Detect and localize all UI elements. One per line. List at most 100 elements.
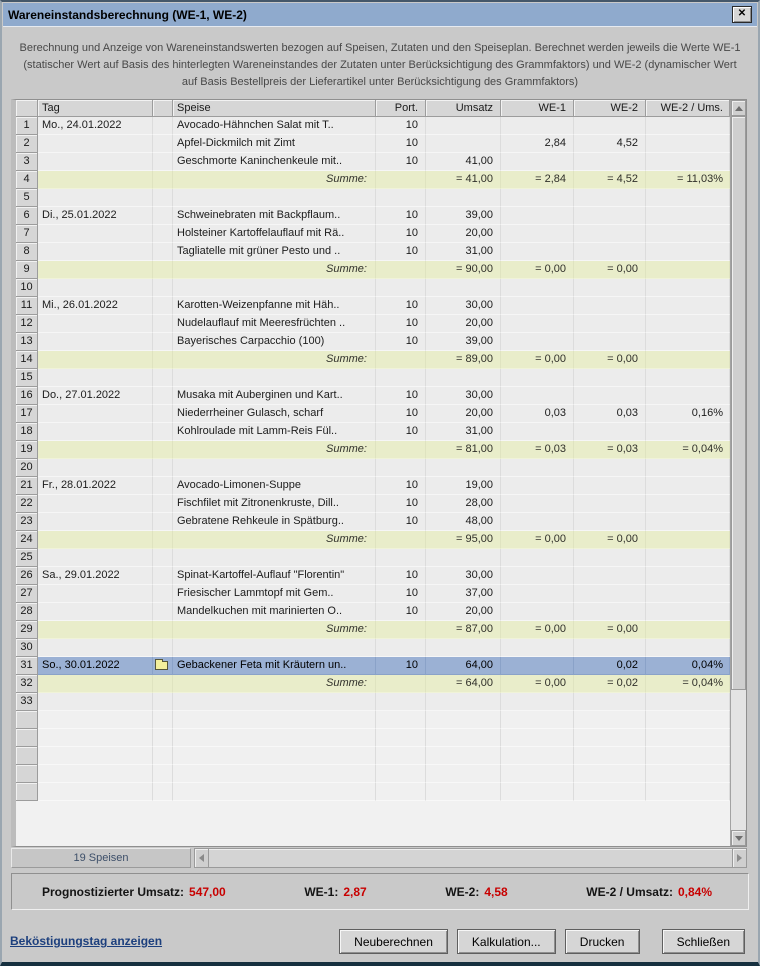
cell-port [376, 369, 426, 387]
cell-we2 [574, 207, 646, 225]
cell-port [376, 279, 426, 297]
folder-icon [155, 661, 168, 670]
scroll-up-icon[interactable] [731, 100, 746, 116]
scroll-right-icon[interactable] [732, 848, 747, 868]
column-header-port[interactable]: Port. [376, 100, 426, 117]
neuberechnen-button[interactable]: Neuberechnen [339, 929, 448, 954]
row-number: 27 [16, 585, 38, 603]
table-row[interactable]: 28Mandelkuchen mit marinierten O..1020,0… [16, 603, 730, 621]
table-row[interactable]: 20 [16, 459, 730, 477]
horizontal-scrollbar-thumb[interactable] [209, 848, 732, 868]
cell-umsatz: 19,00 [426, 477, 501, 495]
table-row[interactable] [16, 711, 730, 729]
column-header-we-2[interactable]: WE-2 [574, 100, 646, 117]
table-row[interactable]: 2Apfel-Dickmilch mit Zimt102,844,52 [16, 135, 730, 153]
table-row[interactable]: 15 [16, 369, 730, 387]
cell-tag: Di., 25.01.2022 [38, 207, 153, 225]
cell-we2 [574, 459, 646, 477]
scroll-down-icon[interactable] [731, 830, 746, 846]
cell-port [376, 351, 426, 369]
row-number: 29 [16, 621, 38, 639]
vertical-scrollbar[interactable] [730, 100, 746, 846]
cell-we2 [574, 585, 646, 603]
cell-we2 [574, 117, 646, 135]
cell-port: 10 [376, 225, 426, 243]
table-row[interactable]: 13Bayerisches Carpacchio (100)1039,00 [16, 333, 730, 351]
drucken-button[interactable]: Drucken [565, 929, 640, 954]
cell-umsatz: 64,00 [426, 657, 501, 675]
cell-tag [38, 729, 153, 747]
cell-ratio: = 11,03% [646, 171, 730, 189]
table-row[interactable]: 26Sa., 29.01.2022Spinat-Kartoffel-Auflau… [16, 567, 730, 585]
cell-we2 [574, 783, 646, 801]
table-row[interactable]: 6Di., 25.01.2022Schweinebraten mit Backp… [16, 207, 730, 225]
sum-row[interactable]: 9Summe:= 90,00= 0,00= 0,00 [16, 261, 730, 279]
table-row[interactable]: 10 [16, 279, 730, 297]
cell-port [376, 675, 426, 693]
scroll-left-icon[interactable] [194, 848, 209, 868]
column-header-umsatz[interactable]: Umsatz [426, 100, 501, 117]
sum-row[interactable]: 4Summe:= 41,00= 2,84= 4,52= 11,03% [16, 171, 730, 189]
cell-we2 [574, 693, 646, 711]
table-row[interactable] [16, 765, 730, 783]
cell-we1: 2,84 [501, 135, 574, 153]
table-row[interactable]: 33 [16, 693, 730, 711]
selected-row[interactable]: 31So., 30.01.2022Gebackener Feta mit Krä… [16, 657, 730, 675]
cell-ratio [646, 423, 730, 441]
table-row[interactable]: 17Niederrheiner Gulasch, scharf1020,000,… [16, 405, 730, 423]
table-row[interactable]: 12Nudelauflauf mit Meeresfrüchten ..1020… [16, 315, 730, 333]
cell-we1: 0,03 [501, 405, 574, 423]
cell-ratio [646, 351, 730, 369]
cell-ratio [646, 207, 730, 225]
cell-umsatz [426, 729, 501, 747]
cell-umsatz: 30,00 [426, 387, 501, 405]
table-row[interactable]: 11Mi., 26.01.2022Karotten-Weizenpfanne m… [16, 297, 730, 315]
column-header-we-2-ums[interactable]: WE-2 / Ums. [646, 100, 730, 117]
table-row[interactable]: 25 [16, 549, 730, 567]
cell-port: 10 [376, 243, 426, 261]
table-row[interactable]: 23Gebratene Rehkeule in Spätburg..1048,0… [16, 513, 730, 531]
column-header-blank-0[interactable] [16, 100, 38, 117]
cell-umsatz [426, 279, 501, 297]
cell-port: 10 [376, 423, 426, 441]
column-header-blank-2[interactable] [153, 100, 173, 117]
sum-row[interactable]: 32Summe:= 64,00= 0,00= 0,02= 0,04% [16, 675, 730, 693]
column-header-we-1[interactable]: WE-1 [501, 100, 574, 117]
table-row[interactable]: 16Do., 27.01.2022Musaka mit Auberginen u… [16, 387, 730, 405]
vertical-scrollbar-track[interactable] [731, 690, 746, 830]
cell-ratio [646, 153, 730, 171]
table-row[interactable]: 18Kohlroulade mit Lamm-Reis Fül..1031,00 [16, 423, 730, 441]
kalkulation-button[interactable]: Kalkulation... [457, 929, 556, 954]
cell-speise: Summe: [173, 621, 376, 639]
cell-umsatz [426, 135, 501, 153]
sum-row[interactable]: 14Summe:= 89,00= 0,00= 0,00 [16, 351, 730, 369]
cell-tag [38, 603, 153, 621]
bekoestigungstag-link[interactable]: Beköstigungstag anzeigen [10, 934, 162, 948]
table-row[interactable]: 1Mo., 24.01.2022Avocado-Hähnchen Salat m… [16, 117, 730, 135]
table-row[interactable] [16, 729, 730, 747]
table-row[interactable]: 7Holsteiner Kartoffelauflauf mit Rä..102… [16, 225, 730, 243]
sum-row[interactable]: 19Summe:= 81,00= 0,03= 0,03= 0,04% [16, 441, 730, 459]
schliessen-button[interactable]: Schließen [662, 929, 745, 954]
table-row[interactable]: 8Tagliatelle mit grüner Pesto und ..1031… [16, 243, 730, 261]
table-row[interactable]: 3Geschmorte Kaninchenkeule mit..1041,00 [16, 153, 730, 171]
table-row[interactable]: 27Friesischer Lammtopf mit Gem..1037,00 [16, 585, 730, 603]
cell-ratio [646, 639, 730, 657]
table-row[interactable]: 21Fr., 28.01.2022Avocado-Limonen-Suppe10… [16, 477, 730, 495]
table-row[interactable]: 22Fischfilet mit Zitronenkruste, Dill..1… [16, 495, 730, 513]
cell-port [376, 531, 426, 549]
close-icon[interactable]: ✕ [732, 6, 752, 23]
cell-speise: Summe: [173, 171, 376, 189]
column-header-speise[interactable]: Speise [173, 100, 376, 117]
table-row[interactable]: 5 [16, 189, 730, 207]
table-row[interactable] [16, 747, 730, 765]
cell-speise: Summe: [173, 441, 376, 459]
cell-we1 [501, 369, 574, 387]
table-row[interactable] [16, 783, 730, 801]
cell-we1 [501, 297, 574, 315]
sum-row[interactable]: 24Summe:= 95,00= 0,00= 0,00 [16, 531, 730, 549]
sum-row[interactable]: 29Summe:= 87,00= 0,00= 0,00 [16, 621, 730, 639]
table-row[interactable]: 30 [16, 639, 730, 657]
vertical-scrollbar-thumb[interactable] [731, 116, 746, 690]
column-header-tag[interactable]: Tag [38, 100, 153, 117]
